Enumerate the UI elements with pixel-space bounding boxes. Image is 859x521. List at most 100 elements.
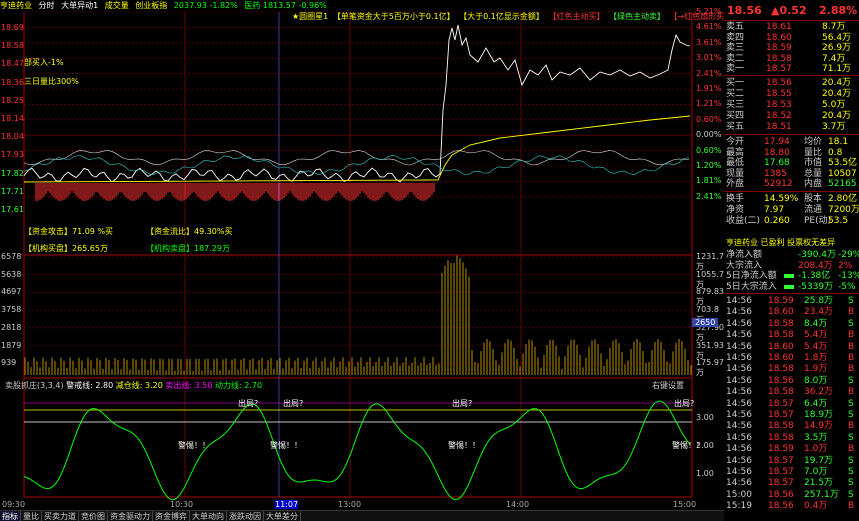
volume-tick-left: 3758 [1, 305, 22, 315]
stat-row: 最低 17.68 市值 53.5亿 [724, 158, 859, 168]
tick-row[interactable]: 14:56 18.58 14.9万 B [724, 421, 859, 431]
tab-buy-sell-force[interactable]: 买卖力道 [42, 511, 79, 521]
time-label: 13:00 [338, 500, 362, 509]
tick-row[interactable]: 14:56 18.57 18.9万 S [724, 410, 859, 420]
tab-move-cause[interactable]: 涨跌动因 [227, 511, 264, 521]
price-tick-right: 3.01% [696, 53, 722, 63]
order-label: 卖一 [726, 64, 745, 74]
tab-fund-game[interactable]: 资金博弈 [153, 511, 190, 521]
ratio-overlay-label: 三日量比300% [24, 77, 79, 86]
price-change-pct: 2.88% [819, 4, 858, 17]
tick-row[interactable]: 14:56 18.57 21.5万 S [724, 478, 859, 488]
flow-value: -390.4万 [798, 250, 837, 260]
sell-order-row[interactable]: 卖五 18.61 8.7万 [724, 22, 859, 32]
price-tick-right: 2.41% [696, 68, 722, 78]
tick-row[interactable]: 15:19 18.56 0.4万 B [724, 501, 859, 511]
order-label: 卖二 [726, 53, 745, 64]
tick-time: 14:56 [726, 410, 752, 420]
intraday-chart[interactable]: 亨迪药业 分时 大单异动1 成交量 创业板指 2037.93 -1.82% 医药… [0, 0, 724, 521]
tick-volume: 6.4万 [804, 398, 828, 409]
tick-volume: 14.9万 [804, 421, 834, 432]
tick-row[interactable]: 14:56 18.58 36.2万 B [724, 387, 859, 397]
tick-row[interactable]: 14:56 18.57 19.7万 S [724, 456, 859, 466]
sell-order-row[interactable]: 卖一 18.57 71.1万 [724, 64, 859, 74]
tick-volume: 1.8万 [804, 353, 828, 363]
tick-row[interactable]: 14:56 18.60 23.4万 B [724, 307, 859, 317]
price-tick-left: 17.61 [1, 205, 24, 214]
tab-volume-ratio[interactable]: 量比 [21, 511, 42, 521]
tick-time: 14:56 [726, 307, 752, 318]
company-info: 亨迪药业 已盈利 投票权无差异 [724, 238, 859, 248]
indicator-settings[interactable]: 右键设置 [652, 380, 684, 391]
flow-row: 5日净流入额 -1.38亿 -13% [724, 271, 859, 281]
order-label: 买二 [726, 89, 745, 99]
tick-row[interactable]: 14:56 18.58 8.4万 S [724, 319, 859, 329]
tick-volume: 25.8万 [804, 296, 834, 306]
buy-order-row[interactable]: 买三 18.53 5.0万 [724, 100, 859, 110]
tick-row[interactable]: 15:00 18.56 257.1万 S [724, 490, 859, 500]
tick-volume: 8.4万 [804, 318, 828, 329]
sell-order-row[interactable]: 卖三 18.59 26.9万 [724, 43, 859, 53]
stat-key: 外盘 [726, 179, 745, 189]
legend-item: 【红色主动买】 [548, 12, 605, 21]
flow-key: 5日大宗流入 [726, 281, 777, 292]
tick-volume: 3.5万 [804, 432, 828, 443]
tick-row[interactable]: 14:56 18.60 1.8万 B [724, 353, 859, 363]
tick-direction: B [848, 421, 855, 432]
stock-name[interactable]: 亨迪药业 [0, 1, 32, 10]
price-tick-right: 1.91% [696, 84, 722, 93]
stat-value: 2.80亿 [828, 194, 858, 204]
tick-direction: S [848, 489, 854, 500]
tab-indicator[interactable]: 指标 [0, 511, 21, 521]
price-tick-right: 0.60% [696, 145, 722, 155]
buy-order-row[interactable]: 买二 18.55 20.4万 [724, 89, 859, 99]
tick-price: 18.57 [768, 410, 794, 420]
price-tick-left: 18.47 [1, 59, 24, 69]
tick-time: 14:56 [726, 421, 752, 432]
tab-fund-drive[interactable]: 资金驱动力 [108, 511, 153, 521]
tick-row[interactable]: 14:56 18.57 7.0万 S [724, 467, 859, 477]
vol-label: 成交量 [104, 1, 129, 10]
tick-price: 18.59 [768, 444, 794, 455]
tick-direction: B [848, 307, 855, 318]
tab-auction[interactable]: 竞价图 [79, 511, 108, 521]
buy-order-row[interactable]: 买一 18.56 20.4万 [724, 78, 859, 88]
tick-row[interactable]: 14:56 18.59 25.8万 S [724, 296, 859, 306]
order-volume: 71.1万 [822, 64, 852, 74]
stat-row: 收益(二) 0.260 PE(动) 53.5 [724, 216, 859, 226]
order-price: 18.59 [766, 43, 792, 53]
indicator-axis-1: 1.00 [696, 469, 714, 478]
run-tag: 出局? [283, 399, 304, 408]
price-tick-left: 17.71 [1, 186, 24, 196]
tick-row[interactable]: 14:56 18.59 1.0万 B [724, 444, 859, 454]
flow-pct: -29% [838, 250, 859, 260]
warn-tag: 警惕！！ [448, 441, 480, 450]
tick-volume: 0.4万 [804, 501, 828, 512]
stat-key: 股本 [804, 194, 823, 204]
tab-big-order[interactable]: 大单动向 [190, 511, 227, 521]
tick-price: 18.60 [768, 341, 794, 352]
tick-row[interactable]: 14:56 18.57 6.4万 S [724, 399, 859, 409]
sell-order-row[interactable]: 卖二 18.58 7.4万 [724, 54, 859, 64]
price-tick-right: 2.41% [696, 191, 722, 201]
stat-row: 今开 17.94 均价 18.1 [724, 137, 859, 147]
buy-order-row[interactable]: 买五 18.51 3.7万 [724, 122, 859, 132]
order-volume: 5.0万 [822, 100, 846, 110]
sell-order-row[interactable]: 卖四 18.60 56.4万 [724, 33, 859, 43]
stat-key: 收益(二) [726, 216, 761, 226]
stat-key: 内盘 [804, 179, 823, 189]
signal-legend: ★圆圈星1 【单笔资金大于5百万小于0.1亿】 【大于0.1亿显示金额】 【红色… [292, 11, 724, 22]
sector-value: 医药 1813.57 -0.96% [244, 1, 327, 10]
buy-order-row[interactable]: 买四 18.52 20.4万 [724, 111, 859, 121]
tab-big-order-diff[interactable]: 大单差分 [264, 511, 301, 521]
order-volume: 26.9万 [822, 43, 852, 53]
tick-row[interactable]: 14:56 18.58 3.5万 S [724, 433, 859, 443]
tick-row[interactable]: 14:56 18.58 1.9万 B [724, 364, 859, 374]
tick-row[interactable]: 14:56 18.60 5.4万 B [724, 342, 859, 352]
tick-row[interactable]: 14:56 18.58 5.4万 B [724, 330, 859, 340]
tick-row[interactable]: 14:56 18.56 8.0万 S [724, 376, 859, 386]
tick-direction: B [848, 364, 855, 375]
tick-time: 14:56 [726, 387, 752, 398]
flow-row: 净流入额 -390.4万 -29% [724, 250, 859, 260]
tick-volume: 36.2万 [804, 387, 834, 398]
